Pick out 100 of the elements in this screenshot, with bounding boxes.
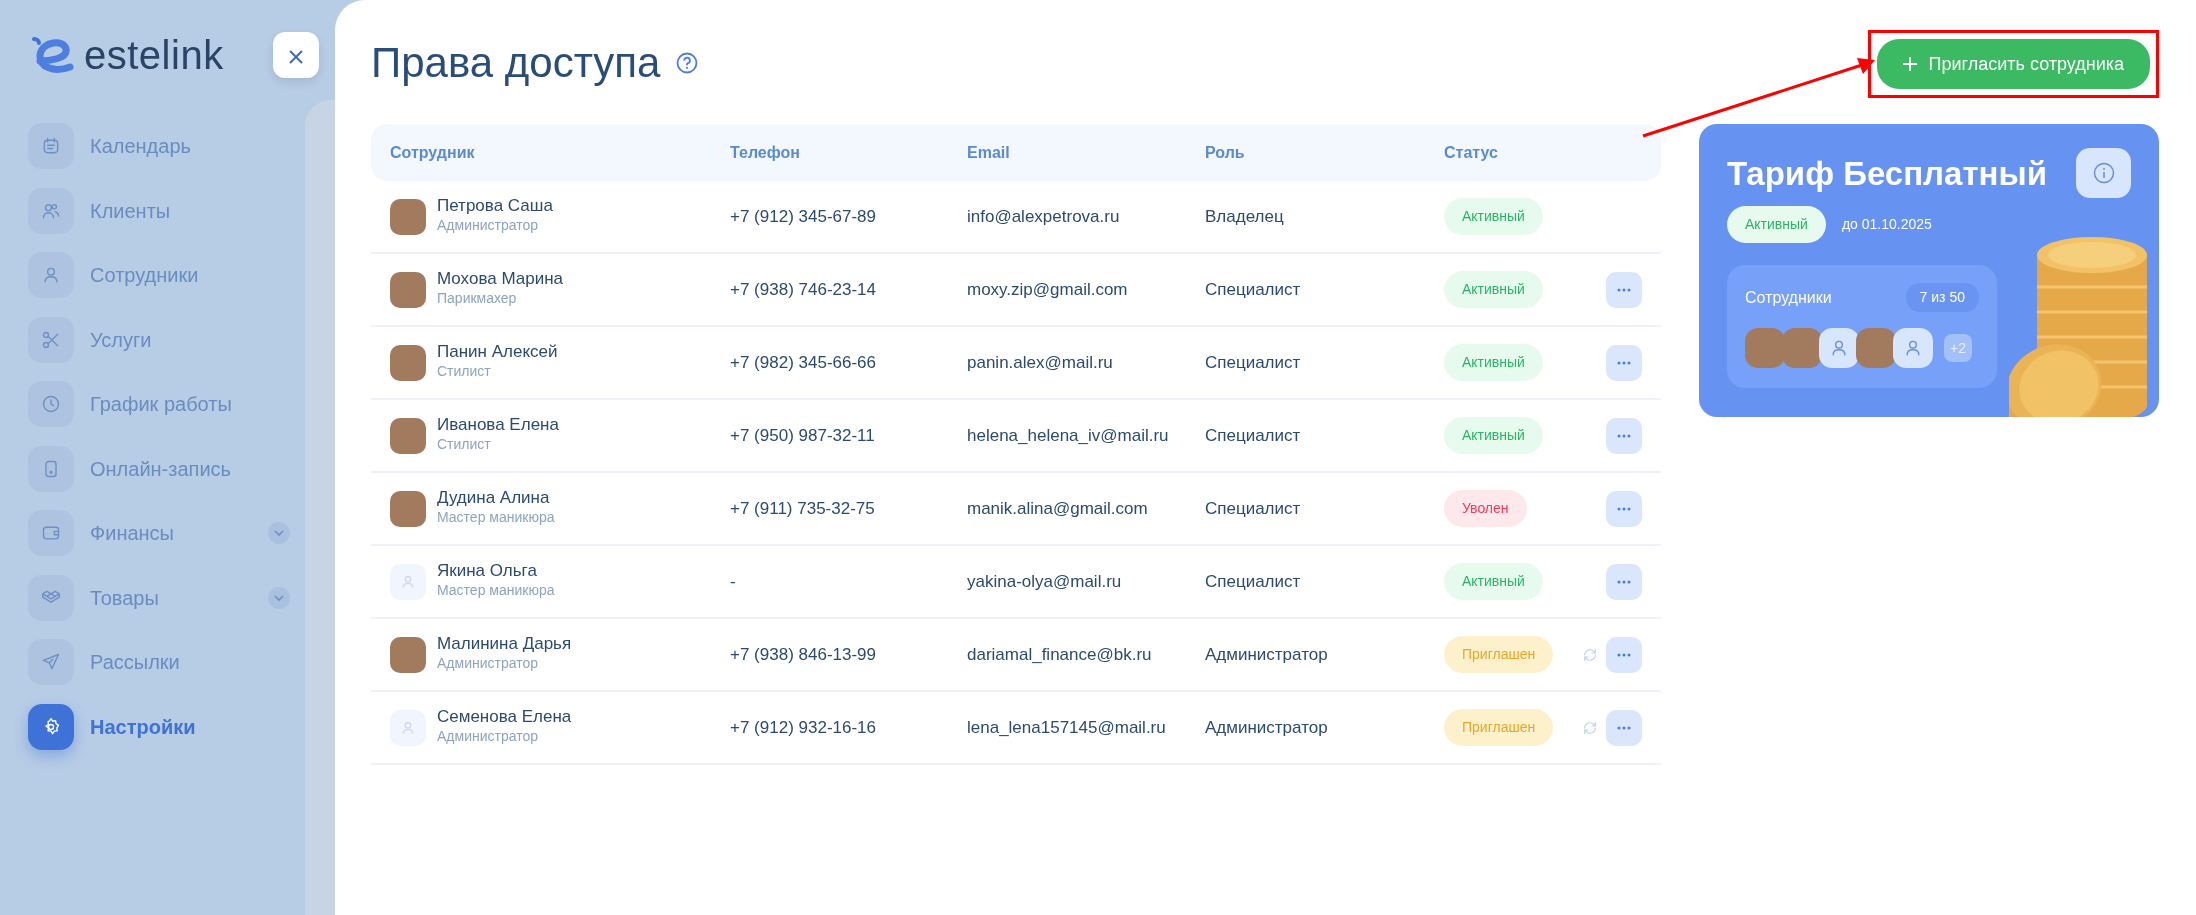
photo-placeholder <box>1856 328 1896 368</box>
page-title: Права доступа <box>371 38 661 88</box>
employee-position: Администратор <box>437 216 539 236</box>
more-button[interactable] <box>1606 636 1642 673</box>
employee-name: Дудина Алина <box>437 488 551 508</box>
email-text: manik.alina@gmail.com <box>967 498 1148 518</box>
role-text: Специалист <box>1205 498 1301 518</box>
invite-button[interactable]: Пригласить сотрудника <box>1876 39 2150 89</box>
nav-item[interactable]: Сотрудники <box>28 243 290 308</box>
dots-icon <box>1617 433 1631 438</box>
nav-item[interactable]: Рассылки <box>28 630 290 695</box>
more-button[interactable] <box>1606 417 1642 454</box>
dots-icon <box>1617 287 1631 292</box>
column-header: Сотрудник <box>390 142 476 163</box>
employee-position: Стилист <box>437 362 492 382</box>
column-header: Статус <box>1444 142 1499 163</box>
dots-icon <box>1617 725 1631 730</box>
photo-placeholder <box>390 490 426 527</box>
dots-icon <box>1617 360 1631 365</box>
status-badge: Активный <box>1444 344 1543 381</box>
photo-placeholder <box>1745 328 1785 368</box>
phone-text: +7 (982) 345-66-66 <box>730 352 877 372</box>
status-badge: Приглашен <box>1444 709 1554 746</box>
employee-name: Малинина Дарья <box>437 634 572 654</box>
role-text: Администратор <box>1205 644 1328 664</box>
more-button[interactable] <box>1606 563 1642 600</box>
column-header: Email <box>967 142 1011 163</box>
more-button[interactable] <box>1606 490 1642 527</box>
nav-item[interactable]: Онлайн-запись <box>28 436 290 501</box>
tariff-status: Активный <box>1727 206 1826 243</box>
employee-position: Мастер маникюра <box>437 508 555 528</box>
phone-text: +7 (938) 846-13-99 <box>730 644 877 664</box>
dots-icon <box>1617 579 1631 584</box>
avatar-placeholder <box>390 563 426 600</box>
help-icon[interactable] <box>676 52 699 75</box>
status-badge: Уволен <box>1444 490 1527 527</box>
status-badge: Активный <box>1444 198 1543 235</box>
status-badge: Активный <box>1444 417 1543 454</box>
nav-item[interactable]: Финансы <box>28 501 290 566</box>
phone-text: +7 (950) 987-32-11 <box>730 425 875 445</box>
employee-position: Парикмахер <box>437 289 518 309</box>
email-text: info@alexpetrova.ru <box>967 206 1120 226</box>
staff-count: 7 из 50 <box>1905 283 1979 312</box>
status-badge: Приглашен <box>1444 636 1554 673</box>
photo-placeholder <box>1782 328 1822 368</box>
photo-placeholder <box>390 417 426 454</box>
email-text: lena_lena157145@mail.ru <box>967 717 1166 737</box>
email-text: panin.alex@mail.ru <box>967 352 1113 372</box>
employee-position: Мастер маникюра <box>437 581 555 601</box>
scissors-icon <box>41 329 61 350</box>
brand-name: estelink <box>84 32 224 79</box>
employee-name: Якина Ольга <box>437 561 538 581</box>
staff-label: Сотрудники <box>1745 287 1832 308</box>
nav-item[interactable]: Услуги <box>28 307 290 372</box>
employee-position: Администратор <box>437 727 539 747</box>
phone-text: - <box>730 571 736 591</box>
status-badge: Активный <box>1444 271 1543 308</box>
role-text: Владелец <box>1205 206 1284 226</box>
tariff-expiry: до 01.10.2025 <box>1841 215 1932 234</box>
nav-item[interactable]: Настройки <box>28 694 290 759</box>
employee-name: Панин Алексей <box>437 342 558 362</box>
expand-toggle[interactable] <box>268 586 290 609</box>
nav-item[interactable]: График работы <box>28 372 290 437</box>
photo-placeholder <box>390 198 426 235</box>
role-text: Специалист <box>1205 571 1301 591</box>
email-text: helena_helena_iv@mail.ru <box>967 425 1169 445</box>
avatar-placeholder <box>390 709 426 746</box>
phone-text: +7 (938) 746-23-14 <box>730 279 877 299</box>
close-button[interactable] <box>273 32 319 78</box>
photo-placeholder <box>390 271 426 308</box>
tariff-title: Тариф Бесплатный <box>1727 154 2047 193</box>
email-text: moxy.zip@gmail.com <box>967 279 1128 299</box>
close-icon <box>287 47 305 66</box>
employee-position: Администратор <box>437 654 539 674</box>
employee-position: Стилист <box>437 435 492 455</box>
photo-placeholder <box>390 344 426 381</box>
dots-icon <box>1617 652 1631 657</box>
phone-text: +7 (911) 735-32-75 <box>730 498 875 518</box>
avatar-placeholder <box>1819 328 1859 368</box>
resend-icon[interactable] <box>1582 719 1598 736</box>
info-icon <box>2092 162 2115 184</box>
info-button[interactable] <box>2076 148 2131 198</box>
resend-icon[interactable] <box>1582 646 1598 663</box>
nav-item[interactable]: Товары <box>28 565 290 630</box>
dots-icon <box>1617 506 1631 511</box>
employee-name: Петрова Саша <box>437 196 553 216</box>
column-header: Телефон <box>730 142 801 163</box>
expand-toggle[interactable] <box>268 522 290 545</box>
role-text: Специалист <box>1205 425 1301 445</box>
status-badge: Активный <box>1444 563 1543 600</box>
more-button[interactable] <box>1606 709 1642 746</box>
nav-item[interactable]: Клиенты <box>28 178 290 243</box>
more-button[interactable] <box>1606 344 1642 381</box>
nav-item[interactable]: Календарь <box>28 114 290 179</box>
clock-icon <box>41 394 61 415</box>
plus-icon <box>1902 57 1917 71</box>
role-text: Администратор <box>1205 717 1328 737</box>
more-button[interactable] <box>1606 271 1642 308</box>
role-text: Специалист <box>1205 352 1301 372</box>
email-text: yakina-olya@mail.ru <box>967 571 1122 591</box>
